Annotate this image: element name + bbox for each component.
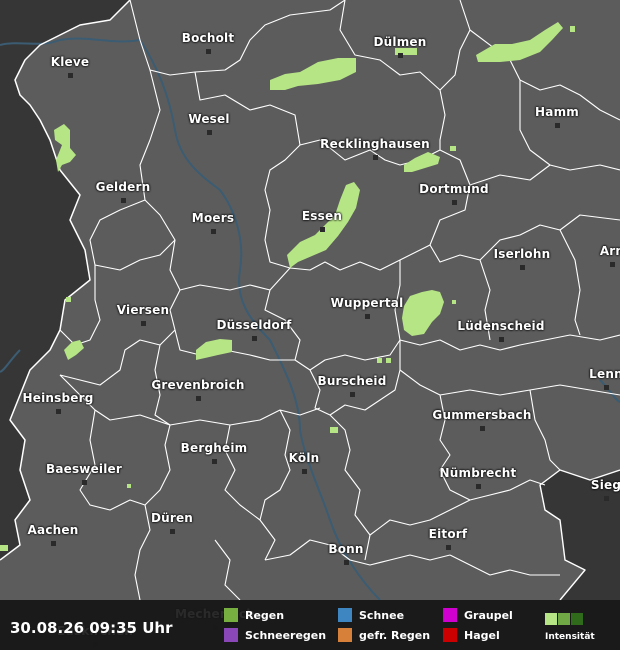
intensity-label: Intensität <box>545 632 595 642</box>
city-marker-aachen <box>51 541 56 546</box>
city-marker-wesel <box>207 130 212 135</box>
city-marker-lenn <box>604 385 609 390</box>
city-label-bonn: Bonn <box>328 542 364 556</box>
city-label-heinsberg: Heinsberg <box>22 391 94 405</box>
legend-item-graupel: Graupel <box>443 608 513 622</box>
city-label-aachen: Aachen <box>27 523 79 537</box>
city-label-duesseldorf: Düsseldorf <box>216 318 292 332</box>
city-label-geldern: Geldern <box>95 180 151 194</box>
city-label-kleve: Kleve <box>50 55 90 69</box>
city-marker-nuembrecht <box>476 484 481 489</box>
legend-item-regen: Regen <box>224 608 284 622</box>
city-label-dortmund: Dortmund <box>419 182 489 196</box>
city-label-viersen: Viersen <box>116 303 170 317</box>
legend-label-graupel: Graupel <box>464 608 513 622</box>
city-marker-geldern <box>121 198 126 203</box>
gefr-regen-swatch <box>338 628 352 642</box>
city-marker-eitorf <box>446 545 451 550</box>
city-marker-viersen <box>141 321 146 326</box>
legend-label-schneeregen: Schneeregen <box>245 628 327 642</box>
city-marker-dueren <box>170 529 175 534</box>
city-label-bocholt: Bocholt <box>181 31 235 45</box>
intensity-swatch-high <box>571 613 583 625</box>
city-label-dueren: Düren <box>150 511 194 525</box>
city-label-recklinghausen: Recklinghausen <box>320 137 430 151</box>
city-label-iserlohn: Iserlohn <box>493 247 551 261</box>
city-label-wuppertal: Wuppertal <box>330 296 404 310</box>
city-marker-sieg <box>604 496 609 501</box>
city-marker-dortmund <box>452 200 457 205</box>
city-marker-recklinghausen <box>373 155 378 160</box>
city-marker-wuppertal <box>365 314 370 319</box>
city-marker-bergheim <box>212 459 217 464</box>
city-marker-grevenbroich <box>196 396 201 401</box>
city-marker-burscheid <box>350 392 355 397</box>
hagel-swatch <box>443 628 457 642</box>
city-marker-bocholt <box>206 49 211 54</box>
intensity-swatches <box>545 610 595 629</box>
city-label-arn: Arn <box>599 244 620 258</box>
city-marker-gummersbach <box>480 426 485 431</box>
city-marker-moers <box>211 229 216 234</box>
city-label-eitorf: Eitorf <box>428 527 468 541</box>
city-label-luedenscheid: Lüdenscheid <box>457 319 545 333</box>
city-label-burscheid: Burscheid <box>317 374 387 388</box>
city-label-grevenbroich: Grevenbroich <box>151 378 245 392</box>
graupel-swatch <box>443 608 457 622</box>
legend-label-regen: Regen <box>245 608 285 622</box>
city-marker-bonn <box>344 560 349 565</box>
city-label-gummersbach: Gummersbach <box>432 408 532 422</box>
legend-label-schnee: Schnee <box>359 608 405 622</box>
legend-item-schnee: Schnee <box>338 608 404 622</box>
city-marker-duesseldorf <box>252 336 257 341</box>
timestamp: 30.08.26 09:35 Uhr <box>10 619 173 637</box>
nrw-land <box>0 0 620 600</box>
city-label-koeln: Köln <box>288 451 320 465</box>
city-marker-baesweiler <box>82 480 87 485</box>
city-marker-iserlohn <box>520 265 525 270</box>
city-label-bergheim: Bergheim <box>180 441 248 455</box>
intensity-swatch-mid <box>558 613 570 625</box>
city-marker-arn <box>610 262 615 267</box>
city-label-moers: Moers <box>191 211 235 225</box>
city-label-sieg: Sieg <box>590 478 620 492</box>
city-marker-luedenscheid <box>499 337 504 342</box>
legend-label-gefr-regen: gefr. Regen <box>359 628 431 642</box>
schneeregen-swatch <box>224 628 238 642</box>
legend-item-gefr-regen: gefr. Regen <box>338 628 430 642</box>
city-label-lenn: Lenn <box>589 367 620 381</box>
city-marker-heinsberg <box>56 409 61 414</box>
city-marker-hamm <box>555 123 560 128</box>
intensity-scale: Intensität <box>545 610 595 642</box>
city-label-baesweiler: Baesweiler <box>45 462 123 476</box>
schnee-swatch <box>338 608 352 622</box>
legend-label-hagel: Hagel <box>464 628 500 642</box>
city-marker-essen <box>320 227 325 232</box>
intensity-swatch-low <box>545 613 557 625</box>
legend-item-hagel: Hagel <box>443 628 500 642</box>
city-label-duelmen: Dülmen <box>373 35 427 49</box>
city-marker-duelmen <box>398 53 403 58</box>
city-label-nuembrecht: Nümbrecht <box>439 466 517 480</box>
city-label-wesel: Wesel <box>188 112 230 126</box>
city-label-essen: Essen <box>301 209 343 223</box>
city-marker-kleve <box>68 73 73 78</box>
regen-swatch <box>224 608 238 622</box>
legend-item-schneeregen: Schneeregen <box>224 628 326 642</box>
city-label-hamm: Hamm <box>535 105 579 119</box>
city-marker-koeln <box>302 469 307 474</box>
legend-bar: 30.08.26 09:35 Uhr Regen Schneeregen Sch… <box>0 600 620 650</box>
